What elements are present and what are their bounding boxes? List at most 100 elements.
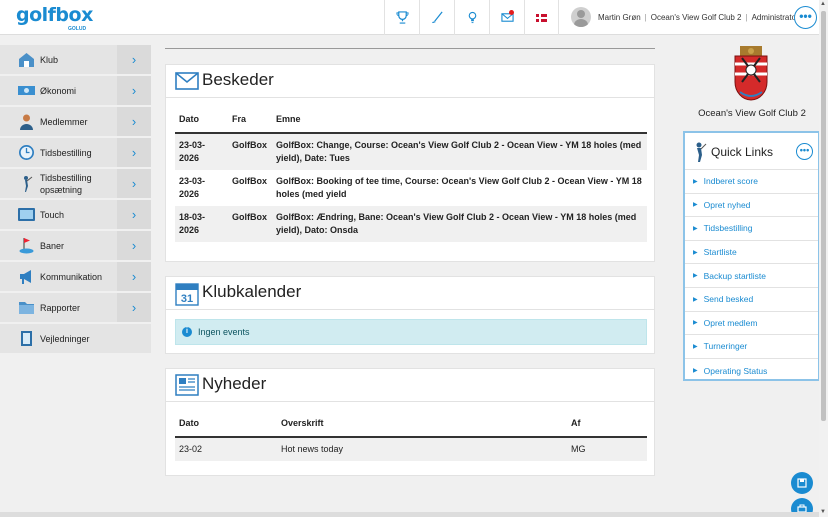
chevron-right-icon[interactable]: › — [117, 200, 151, 229]
news-headline[interactable]: Hot news today — [277, 437, 567, 461]
column-header[interactable]: Dato — [175, 409, 277, 438]
lightbulb-icon[interactable] — [454, 0, 489, 35]
column-header[interactable]: Af — [567, 409, 647, 438]
divider — [165, 48, 655, 49]
sidebar-item-okonomi[interactable]: Økonomi › — [0, 76, 151, 105]
quick-link-backup-startliste[interactable]: ▶ Backup startliste — [685, 264, 818, 288]
sidebar-item-tidsbestilling[interactable]: Tidsbestilling › — [0, 138, 151, 167]
scroll-down-icon[interactable]: ▼ — [820, 509, 826, 515]
message-subject[interactable]: GolfBox: Ændring, Bane: Ocean's View Gol… — [272, 206, 647, 242]
club-crest — [732, 44, 770, 102]
quick-link-startliste[interactable]: ▶ Startliste — [685, 241, 818, 265]
message-date: 18-03-2026 — [175, 206, 228, 242]
quick-link-label: Backup startliste — [703, 270, 766, 281]
news-author: MG — [567, 437, 647, 461]
calendar-card: 31 Klubkalender i Ingen events — [165, 276, 655, 354]
scrollbar-thumb[interactable] — [821, 11, 826, 421]
trophy-icon[interactable] — [384, 0, 419, 35]
vertical-scrollbar[interactable]: ▲ ▼ — [819, 0, 828, 517]
chevron-right-icon[interactable]: › — [117, 262, 151, 291]
no-events-text: Ingen events — [198, 327, 250, 337]
scroll-up-icon[interactable]: ▲ — [820, 1, 826, 7]
avatar[interactable] — [571, 7, 591, 27]
caret-right-icon: ▶ — [693, 343, 698, 350]
sidebar-item-label: Baner — [40, 240, 65, 251]
chevron-right-icon[interactable]: › — [117, 231, 151, 260]
mail-notify-icon[interactable] — [489, 0, 524, 35]
chevron-right-icon[interactable]: › — [117, 45, 151, 74]
user-role: Administrator — [751, 13, 799, 22]
quick-link-operating-status[interactable]: ▶ Operating Status — [685, 359, 818, 383]
sidebar-item-kommunikation[interactable]: Kommunikation › — [0, 262, 151, 291]
column-header[interactable]: Fra — [228, 105, 272, 134]
table-row[interactable]: 18-03-2026 GolfBox GolfBox: Ændring, Ban… — [175, 206, 647, 242]
quick-link-label: Opret medlem — [703, 317, 758, 328]
sidebar-item-klub[interactable]: Klub › — [0, 45, 151, 74]
sidebar-item-touch[interactable]: Touch › — [0, 200, 151, 229]
danish-flag-icon[interactable] — [524, 0, 559, 35]
touch-icon — [18, 206, 35, 223]
quick-link-indberet-score[interactable]: ▶ Indberet score — [685, 170, 818, 194]
column-header[interactable]: Dato — [175, 105, 228, 134]
news-table: Dato Overskrift Af 23-02 Hot news today … — [175, 409, 647, 461]
clock-icon — [18, 144, 35, 161]
quick-link-label: Startliste — [703, 247, 737, 258]
folder-icon — [18, 299, 35, 316]
chevron-right-icon[interactable]: › — [117, 169, 151, 198]
column-header[interactable]: Emne — [272, 105, 647, 134]
sidebar-item-label: Touch — [40, 209, 65, 220]
caret-right-icon: ▶ — [693, 202, 698, 209]
golfbox-logo[interactable]: golfbox — [16, 4, 93, 26]
column-header[interactable]: Overskrift — [277, 409, 567, 438]
table-row[interactable]: 23-03-2026 GolfBox GolfBox: Booking of t… — [175, 170, 647, 206]
quick-link-opret-nyhed[interactable]: ▶ Opret nyhed — [685, 194, 818, 218]
sidebar: Klub › Økonomi › Medlemmer › Tidsbestill… — [0, 45, 151, 355]
golf-club-icon[interactable] — [419, 0, 454, 35]
chevron-right-icon[interactable]: › — [117, 138, 151, 167]
envelope-icon — [175, 70, 199, 95]
quick-link-label: Opret nyhed — [703, 199, 751, 210]
sidebar-item-baner[interactable]: Baner › — [0, 231, 151, 260]
caret-right-icon: ▶ — [693, 320, 698, 327]
quick-links-more-button[interactable]: ••• — [796, 143, 813, 160]
sidebar-item-label: Tidsbestilling opsætning — [40, 172, 92, 195]
quick-link-turneringer[interactable]: ▶ Turneringer — [685, 335, 818, 359]
quick-link-send-besked[interactable]: ▶ Send besked — [685, 288, 818, 312]
user-club: Ocean's View Golf Club 2 — [650, 13, 742, 22]
news-title: Nyheder — [202, 374, 267, 393]
sidebar-item-medlemmer[interactable]: Medlemmer › — [0, 107, 151, 136]
money-icon — [18, 82, 35, 99]
messages-card: Beskeder Dato Fra Emne 23-03-2026 GolfBo… — [165, 64, 655, 262]
header-icon-bar — [384, 0, 559, 35]
header-more-button[interactable]: ••• — [794, 6, 817, 29]
floating-save-button[interactable] — [791, 472, 813, 494]
chevron-right-icon[interactable]: › — [117, 107, 151, 136]
horizontal-scrollbar[interactable] — [0, 512, 819, 517]
sidebar-item-label: Vejledninger — [40, 333, 90, 344]
user-info[interactable]: Martin Grøn | Ocean's View Golf Club 2 | Adm… — [598, 13, 799, 22]
chevron-right-icon[interactable]: › — [117, 76, 151, 105]
news-date: 23-02 — [175, 437, 277, 461]
sidebar-item-rapporter[interactable]: Rapporter › — [0, 293, 151, 322]
sidebar-item-tidsbestilling-opsaetning[interactable]: Tidsbestilling opsætning › — [0, 169, 151, 198]
quick-link-label: Turneringer — [703, 341, 748, 352]
message-subject[interactable]: GolfBox: Booking of tee time, Course: Oc… — [272, 170, 647, 206]
news-card: Nyheder Dato Overskrift Af 23-02 Hot new… — [165, 368, 655, 476]
caret-right-icon: ▶ — [693, 178, 698, 185]
sidebar-item-vejledninger[interactable]: Vejledninger — [0, 324, 151, 353]
quick-links-panel: Quick Links ••• ▶ Indberet score ▶ Opret n… — [683, 131, 820, 381]
chevron-right-icon[interactable]: › — [117, 293, 151, 322]
messages-title: Beskeder — [202, 70, 274, 89]
table-row[interactable]: 23-02 Hot news today MG — [175, 437, 647, 461]
guide-icon — [18, 330, 35, 347]
golfer-icon — [18, 175, 35, 192]
quick-link-tidsbestilling[interactable]: ▶ Tidsbestilling — [685, 217, 818, 241]
message-subject[interactable]: GolfBox: Change, Course: Ocean's View Go… — [272, 133, 647, 170]
quick-links-header: Quick Links ••• — [685, 133, 818, 170]
quick-link-opret-medlem[interactable]: ▶ Opret medlem — [685, 312, 818, 336]
info-icon: i — [182, 327, 192, 337]
table-row[interactable]: 23-03-2026 GolfBox GolfBox: Change, Cour… — [175, 133, 647, 170]
message-from: GolfBox — [232, 176, 267, 186]
message-from: GolfBox — [228, 133, 272, 170]
sidebar-item-label: Tidsbestilling — [40, 147, 92, 158]
